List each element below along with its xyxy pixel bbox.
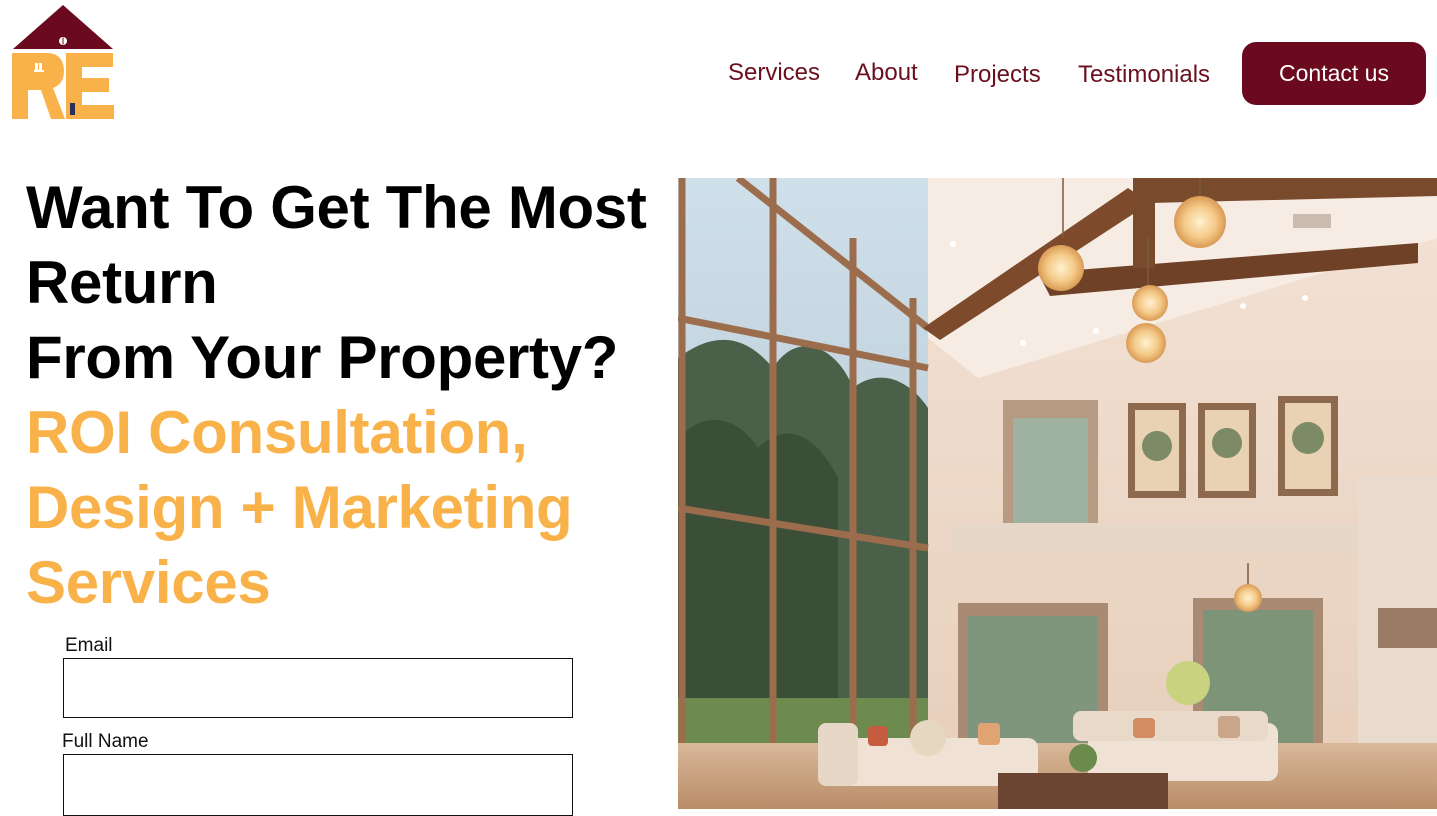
interior-living-room-photo-icon: [678, 178, 1437, 809]
email-label: Email: [65, 635, 113, 656]
logo[interactable]: [12, 5, 115, 121]
headline-line: Want To Get The Most: [26, 174, 647, 241]
headline-line: Return: [26, 249, 218, 316]
subheadline-line: Services: [26, 549, 271, 616]
nav-testimonials[interactable]: Testimonials: [1078, 61, 1210, 89]
nav-services[interactable]: Services: [728, 59, 820, 87]
subheadline-line: Design + Marketing: [26, 474, 573, 541]
subheadline-line: ROI Consultation,: [26, 399, 528, 466]
full-name-input[interactable]: [63, 754, 573, 816]
house-logo-icon: [12, 5, 114, 119]
contact-us-button[interactable]: Contact us: [1242, 42, 1426, 105]
interior-photo: [678, 178, 1437, 809]
nav-about[interactable]: About: [855, 59, 918, 87]
email-input[interactable]: [63, 658, 573, 718]
nav-projects[interactable]: Projects: [954, 61, 1041, 89]
full-name-label: Full Name: [62, 731, 149, 752]
headline-line: From Your Property?: [26, 324, 619, 391]
hero-headline: Want To Get The Most Return From Your Pr…: [26, 170, 676, 620]
